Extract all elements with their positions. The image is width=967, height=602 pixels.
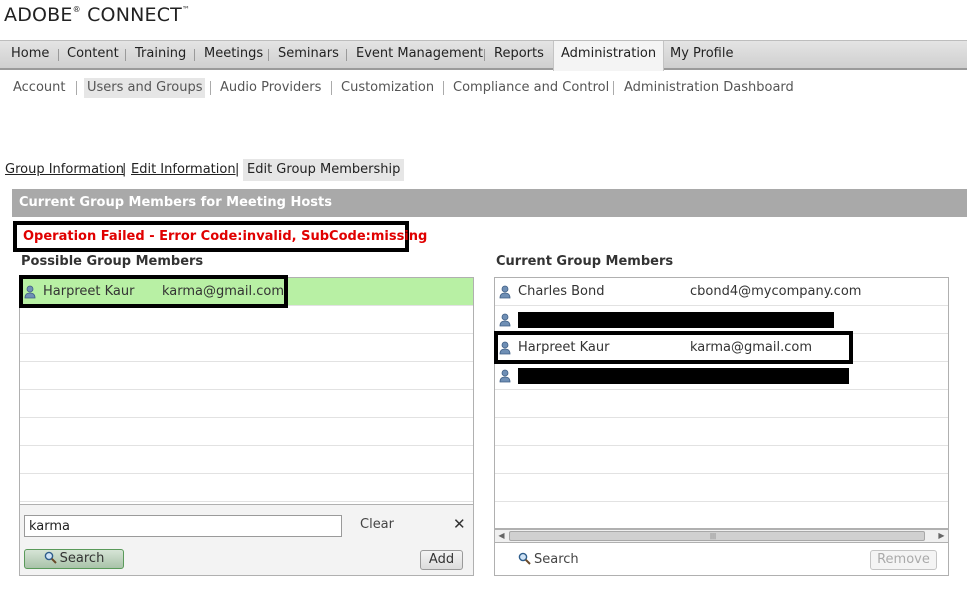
subnav-account[interactable]: Account <box>13 78 66 98</box>
subnav-divider <box>76 81 77 95</box>
list-item[interactable]: Harpreet Kaur karma@gmail.com <box>20 278 473 306</box>
tab-separator: | <box>235 162 240 177</box>
logo-tm-mark: ™ <box>182 5 191 14</box>
redacted-member <box>518 368 849 384</box>
possible-members-title: Possible Group Members <box>21 254 204 269</box>
subnav-compliance-and-control[interactable]: Compliance and Control <box>453 78 609 98</box>
nav-training[interactable]: Training <box>135 41 186 69</box>
magnifier-icon <box>44 551 57 564</box>
subnav-users-and-groups[interactable]: Users and Groups <box>84 78 206 98</box>
empty-row <box>495 502 948 528</box>
subnav-customization[interactable]: Customization <box>341 78 434 98</box>
user-icon <box>24 285 36 299</box>
magnifier-icon <box>518 552 531 565</box>
nav-divider <box>484 49 485 61</box>
panel-title: Current Group Members for Meeting Hosts <box>12 189 967 217</box>
nav-home[interactable]: Home <box>11 41 49 69</box>
add-button[interactable]: Add <box>420 550 463 570</box>
current-members-list[interactable]: Charles Bond cbond4@mycompany.com Harpre… <box>494 277 949 529</box>
member-name: Harpreet Kaur <box>518 340 610 355</box>
scroll-right-icon[interactable]: ▶ <box>935 530 948 542</box>
empty-row <box>20 446 473 474</box>
user-icon <box>499 369 511 383</box>
member-search-input[interactable] <box>24 515 342 537</box>
member-email: karma@gmail.com <box>162 284 285 299</box>
member-email: cbond4@mycompany.com <box>690 284 862 299</box>
nav-administration[interactable]: Administration <box>553 41 665 71</box>
empty-row <box>495 446 948 474</box>
tab-edit-group-membership[interactable]: Edit Group Membership <box>243 159 405 181</box>
current-search-button[interactable]: Search <box>518 552 579 567</box>
member-email: karma@gmail.com <box>690 340 813 355</box>
empty-row <box>20 390 473 418</box>
member-name: Charles Bond <box>518 284 605 299</box>
list-item[interactable] <box>495 306 948 334</box>
redacted-member <box>518 312 834 328</box>
main-nav: Home Content Training Meetings Seminars … <box>0 40 967 71</box>
close-icon[interactable]: ✕ <box>453 515 466 533</box>
empty-row <box>495 418 948 446</box>
nav-event-management[interactable]: Event Management <box>356 41 483 69</box>
nav-divider <box>346 49 347 61</box>
subnav-divider <box>210 81 211 95</box>
empty-row <box>20 418 473 446</box>
subnav-audio-providers[interactable]: Audio Providers <box>220 78 321 98</box>
current-search-label: Search <box>534 552 579 567</box>
member-name: Harpreet Kaur <box>43 284 135 299</box>
clear-link[interactable]: Clear <box>360 517 394 532</box>
scrollbar-thumb[interactable]: ||| <box>509 531 925 541</box>
tab-group-information[interactable]: Group Information <box>5 159 124 181</box>
nav-seminars[interactable]: Seminars <box>278 41 339 69</box>
empty-row <box>20 306 473 334</box>
nav-meetings[interactable]: Meetings <box>204 41 263 69</box>
nav-divider <box>125 49 126 61</box>
scroll-grip-icon: ||| <box>710 533 717 540</box>
empty-row <box>20 362 473 390</box>
empty-row <box>495 390 948 418</box>
search-button-label: Search <box>59 551 105 566</box>
nav-divider <box>58 49 59 61</box>
scroll-left-icon[interactable]: ◀ <box>495 530 508 542</box>
subnav-divider <box>443 81 444 95</box>
nav-reports[interactable]: Reports <box>494 41 544 69</box>
user-icon <box>499 341 511 355</box>
list-item[interactable]: Charles Bond cbond4@mycompany.com <box>495 278 948 306</box>
adobe-connect-logo: ADOBE® CONNECT™ <box>4 4 190 26</box>
current-members-title: Current Group Members <box>496 254 674 269</box>
list-item[interactable] <box>495 362 948 390</box>
nav-divider <box>268 49 269 61</box>
logo-reg-mark: ® <box>72 5 81 14</box>
logo-brand: ADOBE <box>4 4 73 26</box>
subnav-administration-dashboard[interactable]: Administration Dashboard <box>624 78 794 98</box>
horizontal-scrollbar[interactable]: ◀ ||| ▶ <box>494 529 949 543</box>
user-icon <box>499 285 511 299</box>
empty-row <box>495 474 948 502</box>
list-item[interactable]: Harpreet Kaur karma@gmail.com <box>495 334 948 362</box>
nav-divider <box>194 49 195 61</box>
user-icon <box>499 313 511 327</box>
nav-my-profile[interactable]: My Profile <box>670 41 733 69</box>
remove-button[interactable]: Remove <box>870 550 937 570</box>
subnav-divider <box>331 81 332 95</box>
possible-members-list[interactable]: Harpreet Kaur karma@gmail.com <box>19 277 474 505</box>
nav-content[interactable]: Content <box>67 41 119 69</box>
error-message: Operation Failed - Error Code:invalid, S… <box>13 221 427 252</box>
subnav-divider <box>613 81 614 95</box>
empty-row <box>20 334 473 362</box>
search-button[interactable]: Search <box>24 549 124 569</box>
logo-product: CONNECT <box>80 4 182 26</box>
tab-separator: | <box>122 162 127 177</box>
tab-edit-information[interactable]: Edit Information <box>131 159 236 181</box>
empty-row <box>20 474 473 502</box>
